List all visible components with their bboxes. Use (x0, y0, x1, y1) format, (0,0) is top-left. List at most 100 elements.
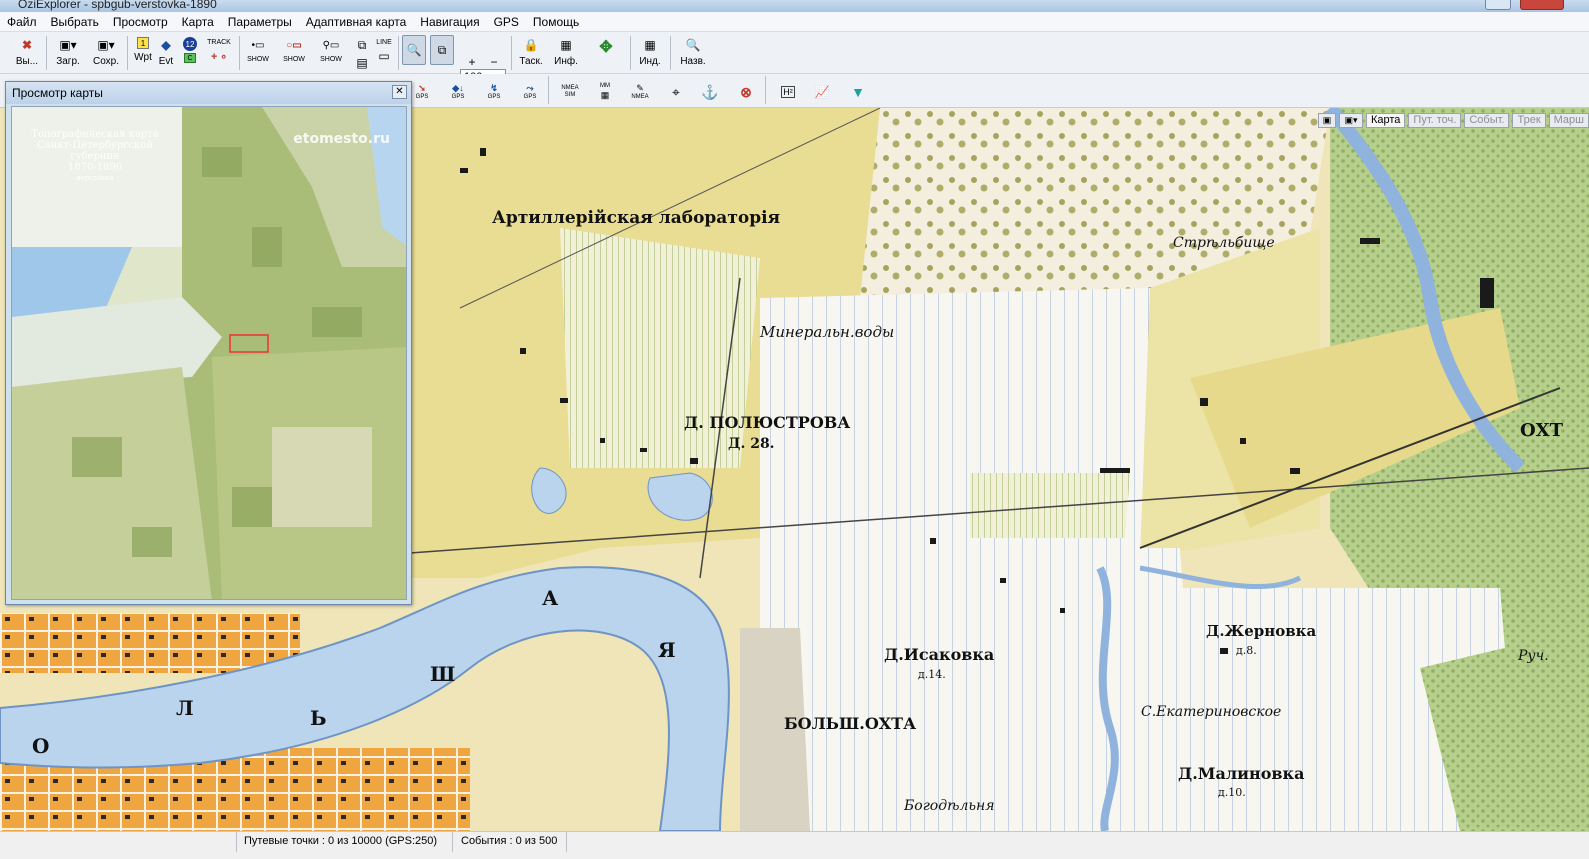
toolbar-separator (239, 36, 240, 70)
crosshair-icon: ⌖ (672, 83, 680, 100)
window-tool-button[interactable]: ⧉ (430, 35, 454, 65)
tab-map[interactable]: Карта (1365, 113, 1406, 128)
toolbar-separator (127, 36, 128, 70)
river-letter: Ш (430, 662, 456, 686)
waypoint-icon: 1 (137, 37, 149, 49)
exit-button[interactable]: ✖ Вы... (12, 35, 42, 71)
pan-arrows-button[interactable]: ✥ (587, 35, 625, 71)
toolbar-separator (670, 36, 671, 70)
window-icon: ⧉ (437, 42, 447, 57)
nmea-button[interactable]: ✎ NMEA (630, 82, 650, 102)
overview-map[interactable]: Топографическая карта Санкт-Петербургско… (11, 106, 407, 600)
green-square-icon: C (184, 53, 196, 63)
status-bar: Путевые точки : 0 из 10000 (GPS:250) Соб… (0, 831, 1589, 859)
gps-route-button[interactable]: ⤳ GPS (520, 82, 540, 102)
signal-button[interactable]: ▼ (848, 82, 868, 102)
overview-title: Просмотр карты (12, 86, 103, 100)
tab-waypoints[interactable]: Пут. точ. (1408, 113, 1462, 128)
tab-track[interactable]: Трек (1512, 113, 1546, 128)
exit-icon: ✖ (21, 38, 33, 52)
menu-help[interactable]: Помощь (526, 15, 586, 29)
gps-receive-button[interactable]: ◆↓ GPS (448, 82, 468, 102)
close-icon[interactable]: ✕ (392, 85, 407, 99)
river-letter: О (32, 734, 50, 758)
gps-route-icon: ⤳ (526, 83, 534, 93)
name-search-button[interactable]: 🔍 Назв. (676, 35, 710, 71)
label-ruch: Руч. (1518, 648, 1549, 664)
route-icon: ○▭ (286, 39, 302, 51)
menu-settings[interactable]: Параметры (221, 15, 299, 29)
zoom-tool-button[interactable]: 🔍 (402, 35, 426, 65)
minimize-button[interactable] (1485, 0, 1511, 10)
label-okhta: ОХТ (1520, 420, 1564, 441)
objects-icon: ⚲▭ (322, 39, 340, 51)
river-letter: А (542, 586, 559, 610)
show-objects-button[interactable]: ⚲▭ SHOW (316, 35, 346, 71)
label-isakovka: Д.Исаковка (884, 645, 995, 664)
label-malinovka: Д.Малиновка (1178, 764, 1305, 783)
index-button[interactable]: ▦ Инд. (636, 35, 664, 71)
toolbar-separator (511, 36, 512, 70)
menu-view[interactable]: Просмотр (106, 15, 175, 29)
line-button[interactable]: LINE ▭ (374, 35, 394, 71)
title-bar: OziExplorer - spbgub-verstovka-1890 (0, 0, 1589, 12)
label-isakovka-num: д.14. (918, 668, 946, 681)
show-tracks-button[interactable]: •▭ SHOW (244, 35, 272, 71)
crosshair-button[interactable]: ⌖ (666, 82, 686, 102)
map-image-icon[interactable]: ▣ (1317, 113, 1336, 128)
index-icon: ▦ (644, 38, 656, 52)
overview-header[interactable]: Просмотр карты ✕ (6, 82, 411, 104)
zoom-out-button[interactable]: − (486, 52, 502, 72)
menu-adaptive-map[interactable]: Адаптивная карта (299, 15, 414, 29)
info-button[interactable]: ▦ Инф. (552, 35, 580, 71)
track-button[interactable]: TRACK + ∘ (204, 35, 234, 71)
label-shooting-range: Стрѣльбище (1173, 235, 1275, 251)
gps-track-icon: ↯ (490, 83, 498, 93)
task-button[interactable]: 🔒 Таск. (516, 35, 546, 71)
info-icon: ▦ (560, 38, 572, 52)
menu-file[interactable]: Файл (0, 15, 44, 29)
load-icon: ▣▾ (59, 38, 77, 52)
zoom-in-button[interactable]: + (464, 52, 480, 72)
label-polyustrova-num: Д. 28. (728, 436, 775, 452)
tab-events[interactable]: Событ. (1464, 113, 1510, 128)
show-routes-button[interactable]: ○▭ SHOW (278, 35, 310, 71)
menu-map[interactable]: Карта (175, 15, 221, 29)
gps-receive-icon: ◆↓ (452, 83, 464, 93)
plus-icon: + (468, 55, 476, 69)
evt-button[interactable]: ◆ Evt (156, 35, 176, 71)
pen-icon: ✎ (636, 83, 644, 93)
copy-button[interactable]: ⧉ ▤ (352, 35, 372, 71)
gps-track-button[interactable]: ↯ GPS (484, 82, 504, 102)
save-view-icon[interactable]: ▣▾ (1338, 113, 1363, 128)
stop-button[interactable]: ⊗ (736, 82, 756, 102)
label-zhernovka: Д.Жерновка (1206, 622, 1317, 640)
gps-send-button[interactable]: ➘ GPS (412, 82, 432, 102)
label-zhernovka-num: д.8. (1236, 644, 1257, 657)
moving-map-button[interactable]: MM ▦ (595, 82, 615, 102)
map-tabs: ▣ ▣▾ Карта Пут. точ. Событ. Трек Марш (1317, 113, 1589, 129)
plus-circle-icon: + ∘ (210, 50, 228, 63)
search-icon: 🔍 (685, 38, 701, 52)
gps-send-icon: ➘ (418, 83, 426, 93)
wpt-button[interactable]: 1 Wpt (133, 35, 153, 71)
window-title: OziExplorer - spbgub-verstovka-1890 (18, 0, 217, 11)
anchor-button[interactable]: ⚓ (700, 82, 720, 102)
h2-button[interactable]: H² (778, 82, 798, 102)
line-icon: ▭ (378, 49, 390, 63)
track-line-icon: •▭ (251, 39, 265, 51)
load-button[interactable]: ▣▾ Загр. (52, 35, 84, 71)
map-overview-window: Просмотр карты ✕ Топографическая карта С… (5, 81, 412, 605)
menu-navigation[interactable]: Навигация (413, 15, 486, 29)
label-mineral-waters: Минеральн.воды (760, 323, 895, 341)
close-window-button[interactable] (1520, 0, 1564, 10)
nmea-sim-button[interactable]: NMEA SIM (560, 82, 580, 102)
menu-gps[interactable]: GPS (487, 15, 526, 29)
save-button[interactable]: ▣▾ Сохр. (89, 35, 123, 71)
profile-chart-button[interactable]: 📈 (812, 82, 832, 102)
wpt-count: 12 (183, 37, 197, 51)
wpt-numbers-button[interactable]: 12 C (180, 35, 200, 71)
menu-select[interactable]: Выбрать (44, 15, 106, 29)
lock-icon: 🔒 (523, 38, 539, 52)
tab-route[interactable]: Марш (1548, 113, 1589, 128)
